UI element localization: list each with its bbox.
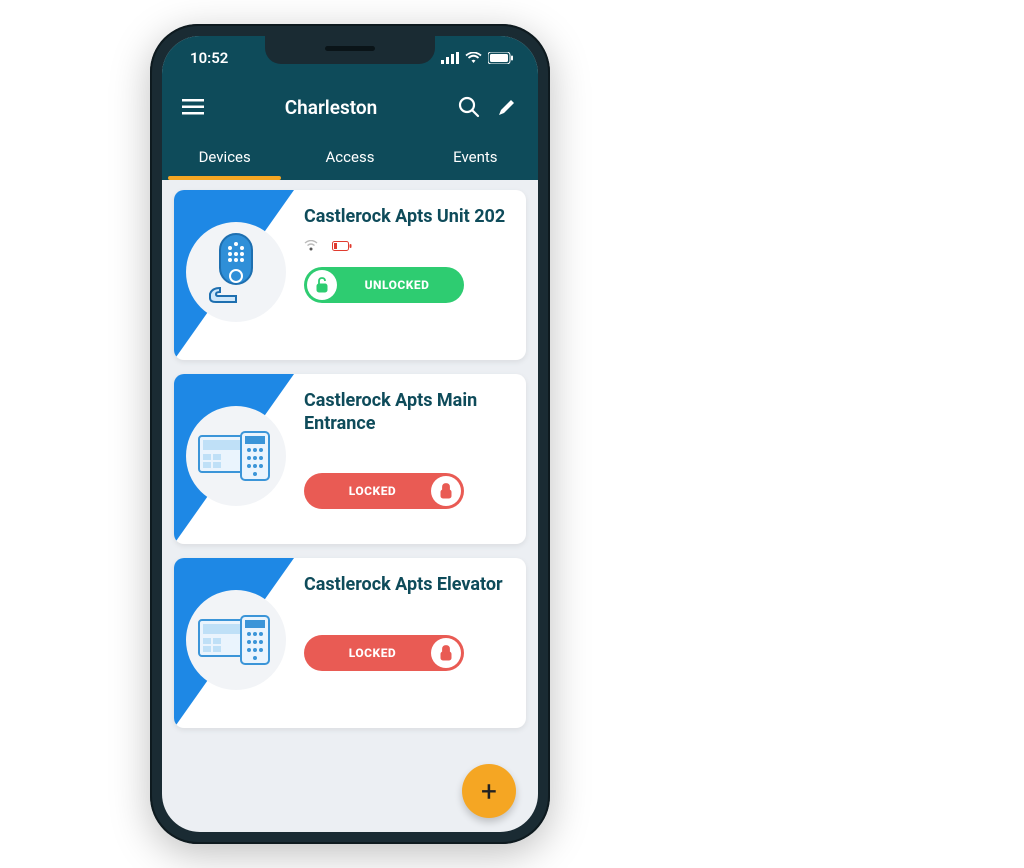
lock-toggle[interactable]: LOCKED <box>304 473 464 509</box>
lock-state-label: LOCKED <box>304 484 431 498</box>
search-icon <box>458 96 480 118</box>
search-button[interactable] <box>456 94 482 120</box>
lock-state-label: LOCKED <box>304 646 431 660</box>
tabs: Devices Access Events <box>162 134 538 180</box>
tab-access[interactable]: Access <box>287 134 412 180</box>
smart-lock-icon <box>206 232 266 312</box>
tab-label: Events <box>453 148 497 166</box>
menu-button[interactable] <box>180 94 206 120</box>
status-right <box>441 52 514 64</box>
lock-state-label: UNLOCKED <box>340 278 464 292</box>
tab-events[interactable]: Events <box>413 134 538 180</box>
unlock-icon <box>307 270 337 300</box>
device-thumb <box>174 190 294 360</box>
screen: 10:52 Charleston Devices Access Events <box>162 36 538 832</box>
device-body: Castlerock Apts Main Entrance LOCKED <box>294 374 526 544</box>
access-panel-icon <box>197 612 275 668</box>
tab-label: Devices <box>199 148 251 166</box>
device-name: Castlerock Apts Main Entrance <box>304 390 510 435</box>
device-thumb <box>174 558 294 728</box>
wifi-icon <box>465 52 482 64</box>
plus-icon: + <box>481 775 497 808</box>
device-status-icons <box>304 445 510 459</box>
device-body: Castlerock Apts Elevator LOCKED <box>294 558 526 728</box>
battery-icon <box>488 52 514 64</box>
cellular-icon <box>441 52 459 64</box>
add-button[interactable]: + <box>462 764 516 818</box>
device-thumb <box>174 374 294 544</box>
tab-label: Access <box>326 148 375 166</box>
device-status-icons <box>304 239 510 253</box>
phone-frame: 10:52 Charleston Devices Access Events <box>150 24 550 844</box>
access-panel-icon <box>197 428 275 484</box>
page-title: Charleston <box>218 96 444 119</box>
tab-devices[interactable]: Devices <box>162 134 287 180</box>
phone-speaker <box>325 46 375 51</box>
lock-toggle[interactable]: LOCKED <box>304 635 464 671</box>
device-card[interactable]: Castlerock Apts Unit 202 UNLOCKED <box>174 190 526 360</box>
lock-toggle[interactable]: UNLOCKED <box>304 267 464 303</box>
hamburger-icon <box>182 99 204 115</box>
lock-icon <box>431 476 461 506</box>
pencil-icon <box>497 97 517 117</box>
device-name: Castlerock Apts Elevator <box>304 574 510 597</box>
battery-low-icon <box>332 241 352 251</box>
status-time: 10:52 <box>190 49 228 67</box>
wifi-weak-icon <box>304 240 318 251</box>
lock-icon <box>431 638 461 668</box>
device-card[interactable]: Castlerock Apts Elevator LOCKED <box>174 558 526 728</box>
device-card[interactable]: Castlerock Apts Main Entrance LOCKED <box>174 374 526 544</box>
device-list[interactable]: Castlerock Apts Unit 202 UNLOCKED <box>162 180 538 832</box>
edit-button[interactable] <box>494 94 520 120</box>
app-header: Charleston <box>162 80 538 134</box>
device-name: Castlerock Apts Unit 202 <box>304 206 510 229</box>
device-status-icons <box>304 607 510 621</box>
device-body: Castlerock Apts Unit 202 UNLOCKED <box>294 190 526 360</box>
